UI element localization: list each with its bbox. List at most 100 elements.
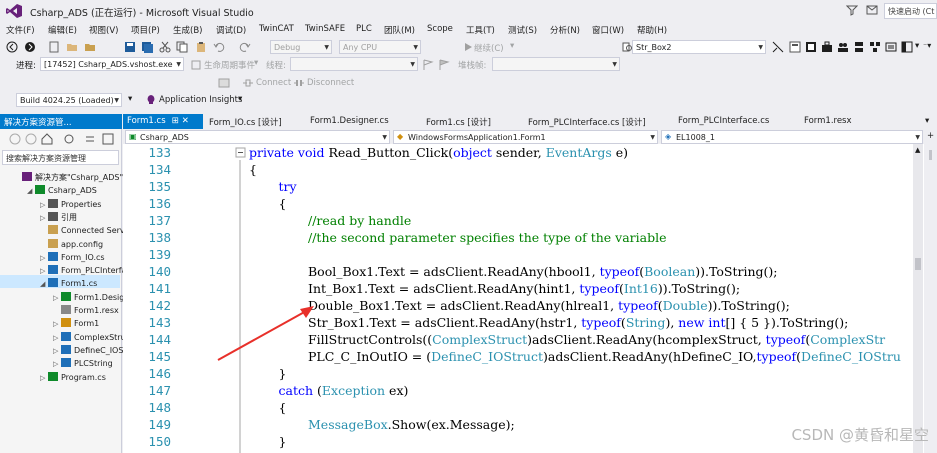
tree-item[interactable]: ▷ Form1.Design bbox=[53, 291, 129, 304]
collapse-region-icon[interactable] bbox=[234, 146, 248, 160]
code-line[interactable]: { bbox=[279, 400, 287, 415]
menu-view[interactable]: 视图(V) bbox=[89, 24, 118, 36]
toolbar-overflow-icon[interactable]: ▾ bbox=[915, 41, 919, 51]
disconnect-icon[interactable] bbox=[293, 77, 305, 89]
vertical-scrollbar[interactable] bbox=[913, 144, 923, 453]
menu-plc[interactable]: PLC bbox=[356, 24, 372, 34]
tree-item[interactable]: Form1.resx bbox=[53, 304, 119, 317]
customize-toolbar-icon[interactable]: ⁻▾ bbox=[923, 41, 931, 50]
tab-form-plcinterface-cs[interactable]: Form_PLCInterface.cs bbox=[674, 114, 773, 129]
collapsed-icon[interactable]: ▷ bbox=[53, 318, 61, 331]
tree-item[interactable]: ▷ Form_PLCInterfac bbox=[40, 264, 131, 277]
window-layout-icon[interactable] bbox=[901, 41, 913, 53]
tree-item[interactable]: 解决方案"Csharp_ADS"( bbox=[14, 171, 126, 184]
tree-item[interactable]: ▷ 引用 bbox=[40, 211, 77, 224]
code-line[interactable]: catch (Exception ex) bbox=[279, 383, 409, 398]
thread-combo[interactable]: ▼ bbox=[290, 57, 418, 71]
solution-configuration-combo[interactable]: Debug ▼ bbox=[270, 40, 332, 54]
tree-item[interactable]: ▷ Program.cs bbox=[40, 371, 106, 384]
expanded-icon[interactable]: ◢ bbox=[27, 185, 35, 198]
pending-changes-icon[interactable] bbox=[84, 133, 96, 145]
menu-debug[interactable]: 调试(D) bbox=[216, 24, 246, 36]
toolbox-icon[interactable] bbox=[821, 41, 833, 53]
tab-form1-designer[interactable]: Form1.cs [设计] bbox=[422, 114, 495, 129]
solution-search-input[interactable]: 搜索解决方案资源管理 bbox=[2, 150, 119, 165]
connect-button[interactable]: Connect bbox=[256, 78, 291, 88]
menu-build[interactable]: 生成(B) bbox=[173, 24, 202, 36]
collapsed-icon[interactable]: ▷ bbox=[53, 345, 61, 358]
tab-form1-designer-cs[interactable]: Form1.Designer.cs bbox=[306, 114, 393, 129]
collapsed-icon[interactable]: ▷ bbox=[40, 252, 48, 265]
class-view-icon[interactable] bbox=[869, 41, 881, 53]
code-line[interactable]: try bbox=[279, 179, 297, 194]
lifecycle-events-icon[interactable] bbox=[190, 59, 202, 71]
collapsed-icon[interactable]: ▷ bbox=[53, 292, 61, 305]
menu-twinsafe[interactable]: TwinSAFE bbox=[305, 24, 345, 34]
code-line[interactable]: { bbox=[249, 162, 257, 177]
tree-item[interactable]: Connected Servic bbox=[40, 224, 131, 237]
code-line[interactable]: } bbox=[279, 366, 287, 381]
close-icon[interactable]: ✕ bbox=[182, 116, 189, 126]
notification-flag-icon[interactable] bbox=[866, 4, 878, 16]
scrollbar-thumb[interactable] bbox=[915, 258, 921, 270]
collapse-all-icon[interactable] bbox=[102, 133, 114, 145]
side-tab-handle[interactable] bbox=[929, 150, 932, 160]
tab-form-plcinterface-designer[interactable]: Form_PLCInterface.cs [设计] bbox=[524, 114, 650, 129]
tree-item[interactable]: ▷ Form1 bbox=[53, 317, 99, 330]
stackframe-combo[interactable]: ▼ bbox=[492, 57, 620, 71]
forward-icon[interactable] bbox=[24, 41, 36, 53]
copy-icon[interactable] bbox=[176, 41, 188, 53]
menu-analyze[interactable]: 分析(N) bbox=[550, 24, 580, 36]
properties-tool-icon[interactable] bbox=[789, 41, 801, 53]
tab-form-io-designer[interactable]: Form_IO.cs [设计] bbox=[205, 114, 286, 129]
solution-platform-combo[interactable]: Any CPU ▼ bbox=[339, 40, 421, 54]
tree-item[interactable]: ◢ Csharp_ADS bbox=[27, 184, 97, 197]
object-browser-icon[interactable] bbox=[805, 41, 817, 53]
menu-scope[interactable]: Scope bbox=[427, 24, 453, 34]
type-combo[interactable]: ◆ WindowsFormsApplication1.Form1 ▼ bbox=[393, 130, 658, 144]
show-flagged-threads-icon[interactable] bbox=[438, 59, 450, 71]
server-explorer-icon[interactable] bbox=[853, 41, 865, 53]
menu-help[interactable]: 帮助(H) bbox=[637, 24, 667, 36]
undo-icon[interactable] bbox=[213, 41, 225, 53]
split-editor-icon[interactable]: + bbox=[927, 131, 934, 141]
solution-explorer-tool-icon[interactable] bbox=[772, 41, 784, 53]
menu-team[interactable]: 团队(M) bbox=[384, 24, 415, 36]
code-line[interactable]: Bool_Box1.Text = adsClient.ReadAny(hbool… bbox=[308, 264, 777, 279]
code-line[interactable]: //the second parameter specifies the typ… bbox=[308, 230, 666, 245]
code-line[interactable]: PLC_C_InOutIO = (DefineC_IOStruct)adsCli… bbox=[308, 349, 901, 364]
output-window-icon[interactable] bbox=[885, 41, 897, 53]
tree-item[interactable]: ▷ DefineC_IOStr bbox=[53, 344, 130, 357]
build-version-combo[interactable]: Build 4024.25 (Loaded) ▼ bbox=[16, 93, 122, 107]
scroll-up-icon[interactable]: ▲ bbox=[915, 146, 920, 154]
redo-icon[interactable] bbox=[239, 41, 251, 53]
tree-item[interactable]: ▷ Properties bbox=[40, 198, 101, 211]
collapsed-icon[interactable]: ▷ bbox=[40, 372, 48, 385]
menu-twincat[interactable]: TwinCAT bbox=[259, 24, 294, 34]
collapsed-icon[interactable]: ▷ bbox=[40, 212, 48, 225]
disconnect-button[interactable]: Disconnect bbox=[307, 78, 354, 88]
quick-launch-input[interactable]: 快速启动 (Ct bbox=[884, 3, 937, 19]
sync-icon[interactable] bbox=[63, 133, 75, 145]
open-folder-icon[interactable] bbox=[84, 41, 96, 53]
save-icon[interactable] bbox=[124, 41, 136, 53]
tree-item[interactable]: app.config bbox=[40, 238, 103, 251]
expanded-icon[interactable]: ◢ bbox=[40, 278, 48, 291]
choose-target-icon[interactable] bbox=[218, 77, 230, 89]
tab-overflow-icon[interactable]: ▾ bbox=[925, 116, 929, 126]
open-file-icon[interactable] bbox=[66, 41, 78, 53]
application-insights-button[interactable]: Application Insights bbox=[159, 95, 242, 105]
tree-item[interactable]: ▷ PLCString bbox=[53, 357, 113, 370]
menu-edit[interactable]: 编辑(E) bbox=[48, 24, 77, 36]
project-combo[interactable]: ▣ Csharp_ADS ▼ bbox=[125, 130, 390, 144]
collapsed-icon[interactable]: ▷ bbox=[53, 358, 61, 371]
code-line[interactable]: //read by handle bbox=[308, 213, 411, 228]
code-line[interactable]: MessageBox.Show(ex.Message); bbox=[308, 417, 515, 432]
collapsed-icon[interactable]: ▷ bbox=[53, 332, 61, 345]
back-icon[interactable] bbox=[9, 133, 21, 145]
pin-icon[interactable]: ⊞ bbox=[172, 116, 179, 126]
code-line[interactable]: { bbox=[279, 196, 287, 211]
solution-explorer-tab[interactable]: 解决方案资源管... bbox=[0, 114, 122, 129]
menu-tools[interactable]: 工具(T) bbox=[466, 24, 495, 36]
code-line[interactable]: } bbox=[279, 434, 287, 449]
